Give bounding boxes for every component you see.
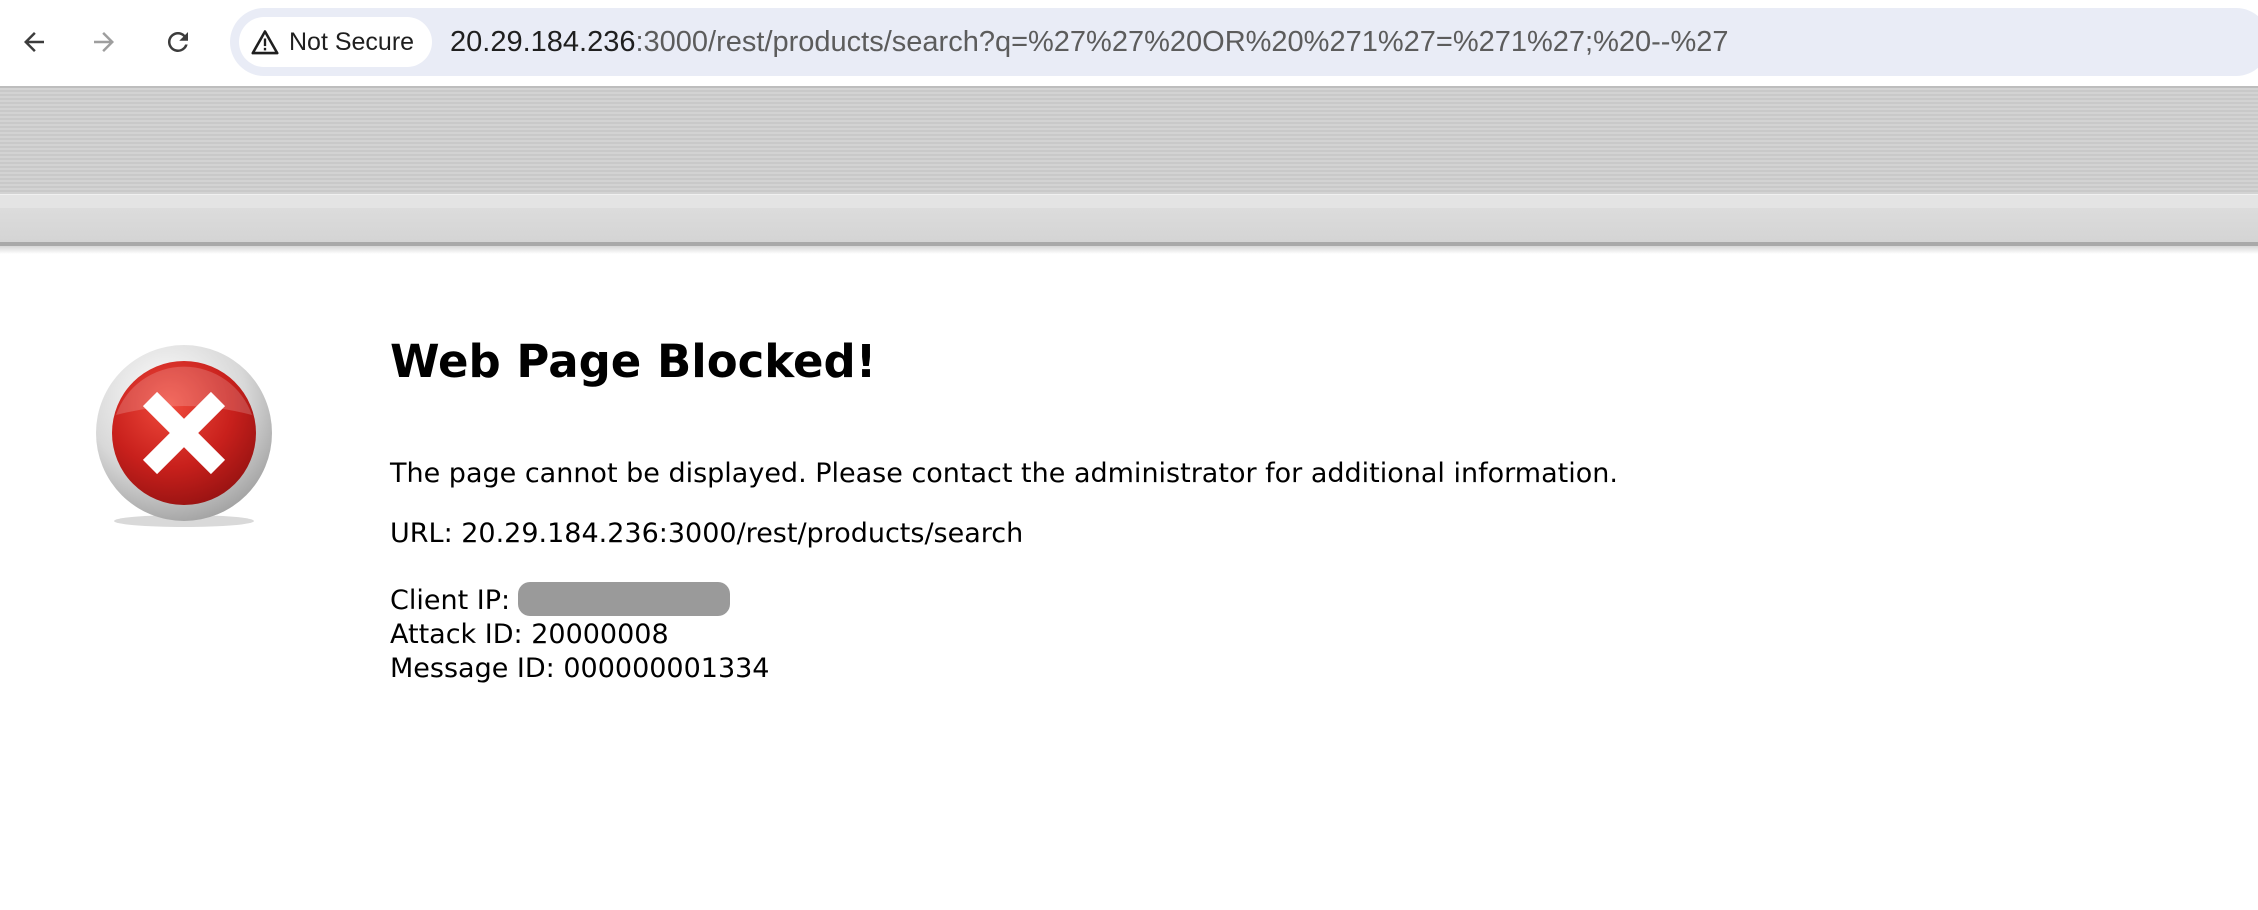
banner-stripe xyxy=(0,86,2258,196)
incident-details: Client IP: Attack ID: 20000008 Message I… xyxy=(390,582,770,686)
forward-button[interactable] xyxy=(80,18,128,66)
back-button[interactable] xyxy=(10,18,58,66)
warning-triangle-icon xyxy=(251,30,279,55)
block-description: The page cannot be displayed. Please con… xyxy=(390,458,1618,489)
page-title: Web Page Blocked! xyxy=(390,335,877,388)
url-text[interactable]: 20.29.184.236:3000/rest/products/search?… xyxy=(450,8,1729,76)
arrow-right-icon xyxy=(94,32,114,52)
client-ip-row: Client IP: xyxy=(390,582,770,618)
banner-highlight xyxy=(0,194,2258,209)
error-x-icon xyxy=(96,345,272,527)
block-message-panel: Web Page Blocked! The page cannot be dis… xyxy=(390,330,2190,684)
client-ip-label: Client IP: xyxy=(390,585,511,616)
reload-button[interactable] xyxy=(154,18,202,66)
reload-icon xyxy=(167,31,188,52)
browser-toolbar: Not Secure 20.29.184.236:3000/rest/produ… xyxy=(0,0,2258,86)
header-banner xyxy=(0,86,2258,254)
address-bar[interactable]: Not Secure 20.29.184.236:3000/rest/produ… xyxy=(230,8,2258,76)
attack-id: Attack ID: 20000008 xyxy=(390,619,669,650)
redacted-ip xyxy=(518,582,731,616)
blocked-url: URL: 20.29.184.236:3000/rest/products/se… xyxy=(390,518,1024,549)
banner-band xyxy=(0,208,2258,242)
message-id: Message ID: 000000001334 xyxy=(390,653,770,684)
arrow-left-icon xyxy=(24,32,44,52)
url-host: 20.29.184.236 xyxy=(450,26,636,58)
security-label: Not Secure xyxy=(289,27,415,56)
banner-shadow xyxy=(0,246,2258,254)
url-path: :3000/rest/products/search?q=%27%27%20OR… xyxy=(635,26,1729,58)
security-indicator[interactable]: Not Secure xyxy=(239,17,433,67)
